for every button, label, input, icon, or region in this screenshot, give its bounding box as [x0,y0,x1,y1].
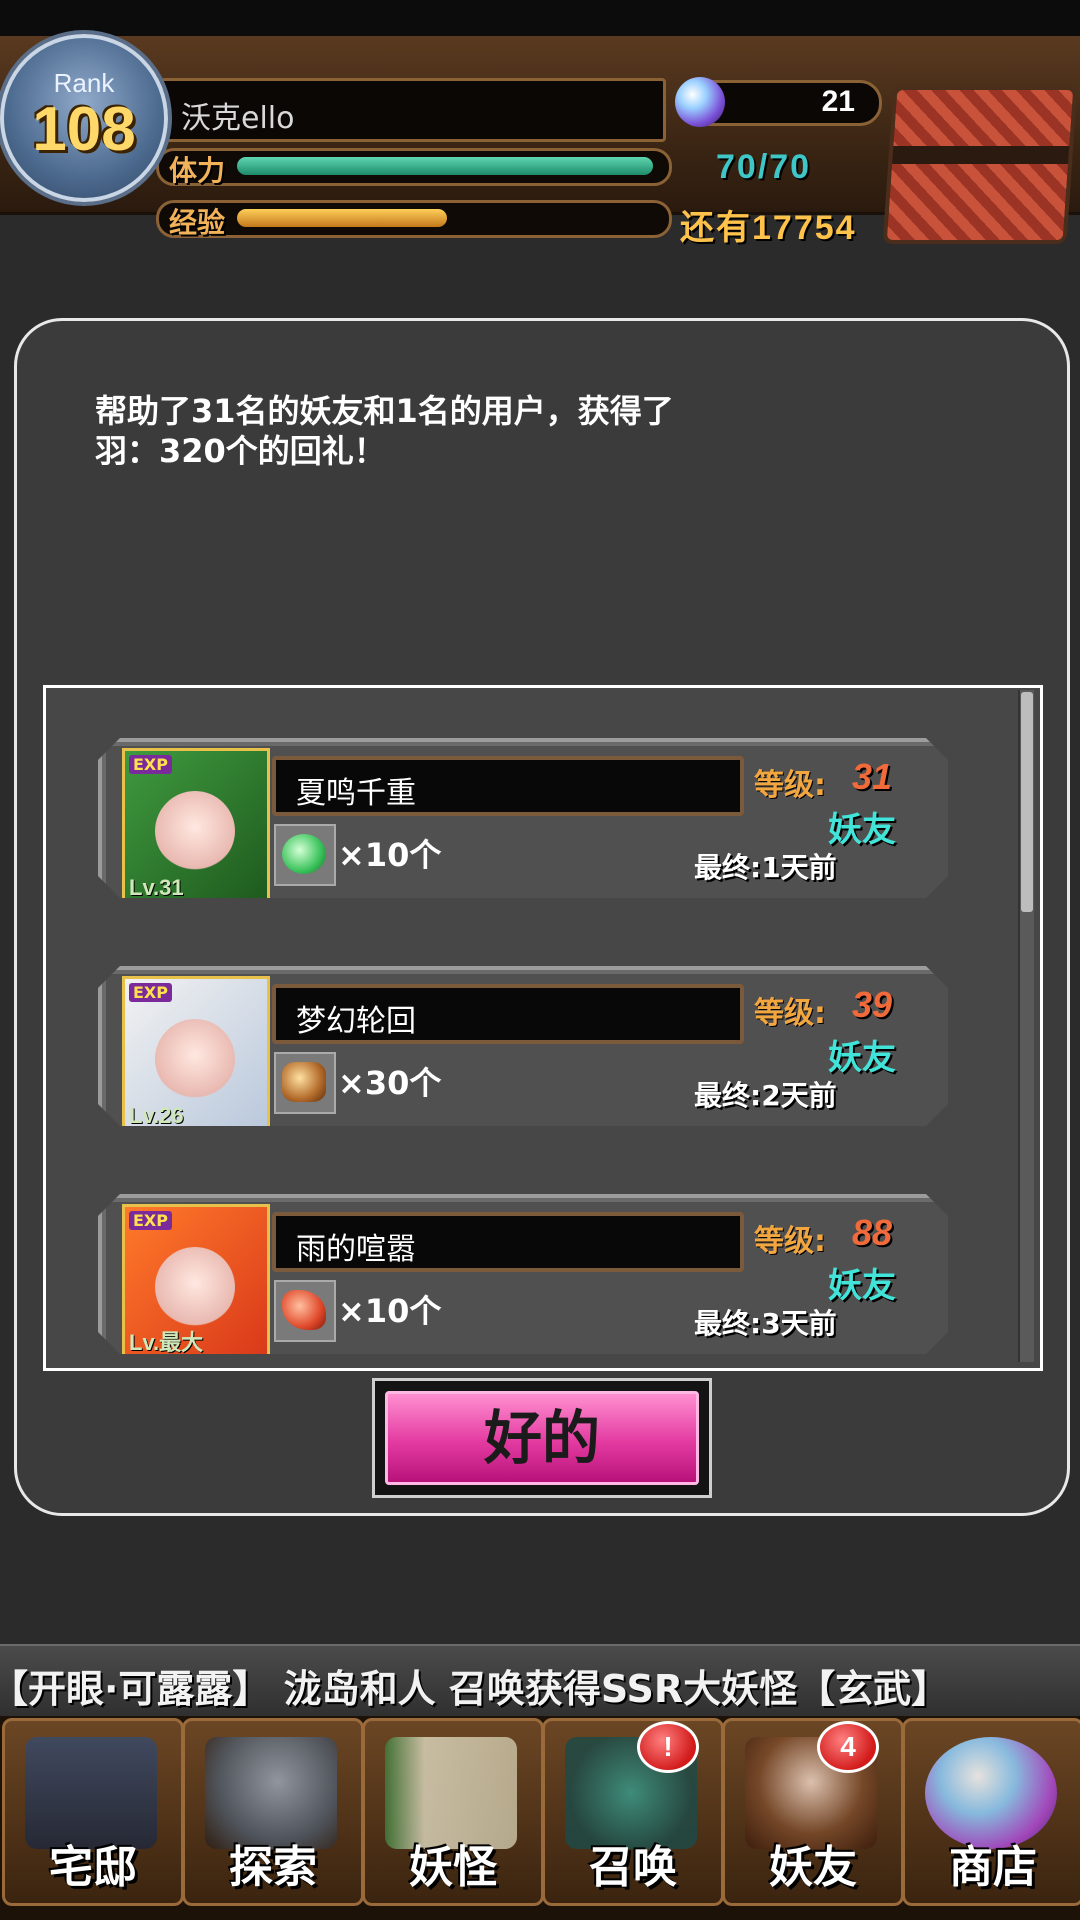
level-label: 等级: [754,996,826,1031]
last-login: 最终:3天前 [694,1307,837,1340]
list-item[interactable]: EXP Lv.26 梦幻轮回 ×30个 等级: 39 妖友 最终:2天前 [98,966,948,1128]
stamina-value: 70/70 [716,148,812,186]
nav-item-friends[interactable]: 4 妖友 [722,1718,904,1906]
stamina-bar: 体力 [156,148,672,187]
friend-list[interactable]: EXP Lv.31 夏鸣千重 ×10个 等级: 31 妖友 最终:1天前 EXP… [43,685,1043,1371]
feather-red-icon [274,1280,336,1342]
exp-fill [237,209,447,227]
item-count: ×30个 [338,1064,442,1102]
avatar-level: Lv.最大 [129,1330,204,1355]
level-value: 88 [852,1212,893,1253]
nav-label: 探索 [229,1842,317,1893]
friends-badge: 4 [817,1721,879,1773]
feather-brown-icon [274,1052,336,1114]
avatar[interactable]: EXP Lv.31 [122,748,270,900]
nav-item-shop[interactable]: 商店 [902,1718,1080,1906]
nav-item-summon[interactable]: ! 召唤 [542,1718,724,1906]
relation-label: 妖友 [828,1038,896,1078]
bottom-nav: 宅邸 探索 妖怪 ! 召唤 4 妖友 商店 [0,1716,1080,1920]
player-name-box: 沃克ello [160,78,666,142]
rank-value: 108 [32,95,136,164]
exp-tag: EXP [129,1211,172,1230]
friend-name: 雨的喧嚣 [296,1232,416,1267]
character-portrait [155,791,235,871]
level-value: 31 [852,756,893,797]
nav-item-explore[interactable]: 探索 [182,1718,364,1906]
avatar[interactable]: EXP Lv.最大 [122,1204,270,1355]
stamina-fill [237,157,653,175]
friend-name: 梦幻轮回 [296,1004,416,1039]
ok-button-label: 好的 [385,1391,699,1485]
character-portrait [155,1247,235,1327]
green-orb-icon [274,824,336,886]
nav-label: 商店 [949,1842,1037,1893]
ticker-text: 【开眼·可露露】 泷岛和人 召唤获得SSR大妖怪【玄武】 [0,1667,950,1711]
exp-bar: 经验 [156,200,672,239]
level-value: 39 [852,984,893,1025]
nav-item-mansion[interactable]: 宅邸 [2,1718,184,1906]
gem-count: 21 [821,85,855,118]
last-login: 最终:2天前 [694,1079,837,1112]
item-count: ×10个 [338,1292,442,1330]
avatar-level: Lv.26 [129,1103,184,1128]
reward-dialog: 帮助了31名的妖友和1名的用户，获得了 羽：320个的回礼！ EXP Lv.31… [14,318,1070,1516]
rank-badge: Rank 108 [0,34,168,202]
stamina-label: 体力 [169,154,226,187]
treasure-chest-icon[interactable] [882,86,1078,244]
gem-counter[interactable]: 21 [675,77,882,127]
level-label: 等级: [754,768,826,803]
nav-label: 妖友 [769,1842,857,1893]
last-login: 最终:1天前 [694,851,837,884]
relation-label: 妖友 [828,810,896,850]
summon-badge: ! [637,1721,699,1773]
item-count: ×10个 [338,836,442,874]
scrollbar[interactable] [1018,690,1034,1362]
player-name: 沃克ello [181,101,295,136]
relation-label: 妖友 [828,1266,896,1306]
list-item[interactable]: EXP Lv.最大 雨的喧嚣 ×10个 等级: 88 妖友 最终:3天前 [98,1194,948,1355]
scrollbar-thumb[interactable] [1021,692,1033,912]
nav-label: 召唤 [589,1842,677,1893]
exp-tag: EXP [129,983,172,1002]
ok-button[interactable]: 好的 [372,1378,712,1498]
character-portrait [155,1019,235,1099]
avatar-level: Lv.31 [129,875,184,900]
news-ticker: 【开眼·可露露】 泷岛和人 召唤获得SSR大妖怪【玄武】 [0,1644,1080,1718]
friend-name-plate: 雨的喧嚣 [272,1212,744,1272]
nav-label: 宅邸 [49,1842,137,1893]
crystal-orb-icon [675,77,725,127]
avatar[interactable]: EXP Lv.26 [122,976,270,1128]
exp-tag: EXP [129,755,172,774]
exp-remaining: 还有17754 [680,209,857,247]
status-bar [0,0,1080,36]
exp-label: 经验 [169,206,226,239]
nav-label: 妖怪 [409,1842,497,1893]
friend-name-plate: 夏鸣千重 [272,756,744,816]
friend-name: 夏鸣千重 [296,776,416,811]
list-item[interactable]: EXP Lv.31 夏鸣千重 ×10个 等级: 31 妖友 最终:1天前 [98,738,948,900]
dialog-message: 帮助了31名的妖友和1名的用户，获得了 羽：320个的回礼！ [95,392,674,470]
friend-name-plate: 梦幻轮回 [272,984,744,1044]
level-label: 等级: [754,1224,826,1259]
nav-item-monsters[interactable]: 妖怪 [362,1718,544,1906]
